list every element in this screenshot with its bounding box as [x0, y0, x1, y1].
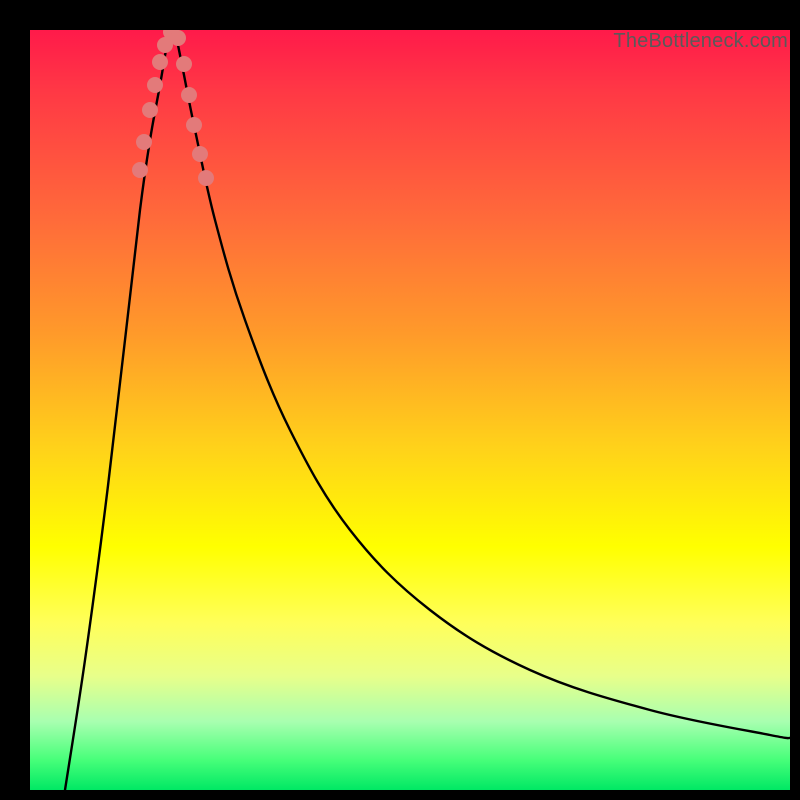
- marker-point: [142, 102, 158, 118]
- series-left-branch: [65, 30, 170, 790]
- chart-frame: TheBottleneck.com: [0, 0, 800, 800]
- marker-point: [170, 30, 186, 46]
- chart-svg: [30, 30, 790, 790]
- curve-lines: [65, 30, 790, 790]
- series-right-branch: [175, 30, 790, 738]
- marker-point: [136, 134, 152, 150]
- marker-point: [152, 54, 168, 70]
- marker-point: [186, 117, 202, 133]
- marker-point: [198, 170, 214, 186]
- marker-point: [147, 77, 163, 93]
- marker-point: [176, 56, 192, 72]
- marker-point: [192, 146, 208, 162]
- marker-point: [132, 162, 148, 178]
- plot-area: [30, 30, 790, 790]
- marker-point: [181, 87, 197, 103]
